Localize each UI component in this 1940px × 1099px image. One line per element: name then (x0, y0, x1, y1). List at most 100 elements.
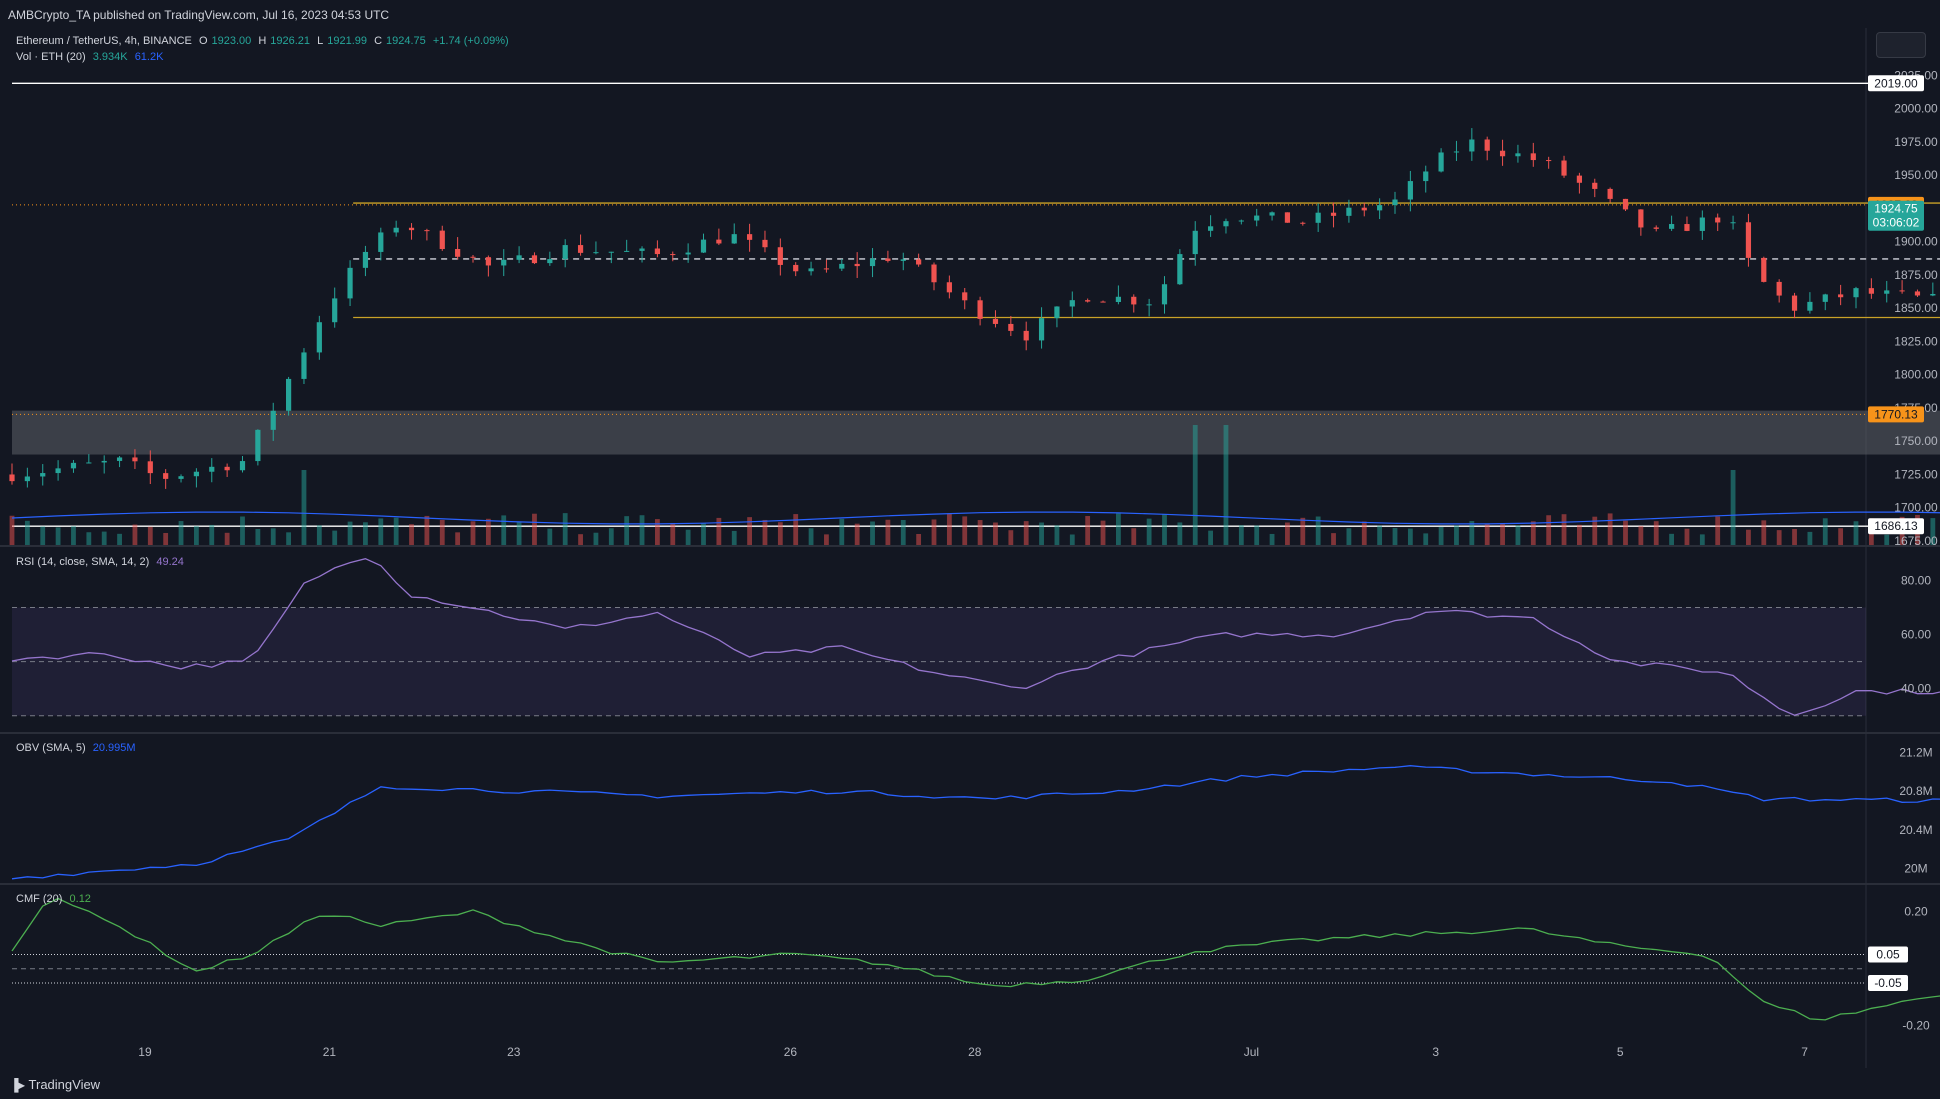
candle-body[interactable] (1699, 217, 1705, 231)
candle-body[interactable] (40, 473, 46, 477)
candle-body[interactable] (946, 282, 952, 293)
candle-body[interactable] (301, 352, 307, 379)
candle-body[interactable] (1115, 296, 1121, 303)
volume-label[interactable]: Vol · ETH (20) (16, 51, 86, 63)
candle-body[interactable] (1469, 139, 1475, 152)
candle-body[interactable] (1177, 254, 1183, 285)
candle-body[interactable] (531, 255, 538, 264)
candle-body[interactable] (1684, 224, 1690, 231)
candle-body[interactable] (916, 259, 922, 265)
candle-body[interactable] (1868, 288, 1874, 294)
candle-body[interactable] (1330, 212, 1337, 216)
candle-body[interactable] (608, 251, 614, 253)
candle-body[interactable] (1638, 209, 1644, 228)
candle-body[interactable] (685, 252, 691, 255)
candle-body[interactable] (24, 476, 30, 482)
candle-body[interactable] (593, 252, 599, 254)
candle-body[interactable] (624, 250, 630, 252)
candle-body[interactable] (700, 239, 707, 253)
candle-body[interactable] (116, 457, 123, 461)
candle-body[interactable] (1653, 227, 1659, 229)
cmf-line[interactable] (11, 897, 1940, 1021)
candle-body[interactable] (777, 247, 783, 265)
candle-body[interactable] (1438, 152, 1444, 172)
candle-body[interactable] (716, 239, 722, 244)
obv-line[interactable] (11, 753, 1940, 880)
candle-body[interactable] (1776, 281, 1782, 296)
candle-body[interactable] (1377, 205, 1383, 211)
candle-body[interactable] (439, 230, 445, 250)
candle-body[interactable] (1822, 294, 1828, 302)
candle-body[interactable] (332, 298, 338, 323)
candle-body[interactable] (1300, 222, 1306, 224)
candle-body[interactable] (1669, 224, 1675, 229)
candle-body[interactable] (1899, 290, 1905, 292)
candle-body[interactable] (316, 322, 322, 353)
candle-body[interactable] (869, 258, 876, 267)
candle-body[interactable] (1069, 300, 1075, 307)
candle-body[interactable] (1407, 181, 1413, 200)
candle-body[interactable] (962, 292, 968, 301)
candle-body[interactable] (577, 245, 584, 253)
obv-label[interactable]: OBV (SMA, 5) (16, 742, 86, 754)
candle-body[interactable] (1346, 207, 1352, 216)
candle-body[interactable] (55, 468, 61, 474)
candle-body[interactable] (1807, 301, 1813, 311)
candle-body[interactable] (516, 255, 522, 260)
candle-body[interactable] (1515, 153, 1521, 157)
candle-body[interactable] (347, 267, 353, 299)
candle-body[interactable] (808, 268, 814, 272)
candle-body[interactable] (378, 232, 384, 252)
candle-body[interactable] (1161, 284, 1168, 305)
candle-body[interactable] (270, 410, 276, 430)
candle-body[interactable] (1008, 323, 1014, 331)
candle-body[interactable] (286, 378, 292, 411)
candle-body[interactable] (101, 460, 107, 463)
candle-body[interactable] (1223, 221, 1229, 227)
candle-body[interactable] (1715, 217, 1721, 223)
candle-body[interactable] (455, 249, 461, 257)
candle-body[interactable] (1361, 207, 1367, 211)
candle-body[interactable] (885, 258, 891, 261)
candle-body[interactable] (393, 227, 399, 233)
candle-body[interactable] (70, 462, 77, 469)
candle-body[interactable] (992, 318, 999, 324)
candle-body[interactable] (731, 234, 737, 244)
candle-body[interactable] (931, 264, 937, 283)
tradingview-logo[interactable]: ▐▸ TradingView (10, 1077, 100, 1092)
candle-body[interactable] (1761, 257, 1767, 282)
candle-body[interactable] (823, 268, 830, 270)
candle-body[interactable] (408, 227, 415, 231)
candle-body[interactable] (854, 263, 860, 267)
candle-body[interactable] (1592, 182, 1598, 189)
chart-area[interactable]: ⚡⚑⚑2025.002000.001975.001950.001900.0018… (0, 28, 1940, 1068)
candle-body[interactable] (178, 476, 184, 479)
candle-body[interactable] (762, 239, 768, 248)
candle-body[interactable] (1315, 212, 1321, 223)
candle-body[interactable] (1192, 230, 1198, 255)
candle-body[interactable] (1546, 160, 1552, 162)
candle-body[interactable] (362, 251, 369, 268)
candle-body[interactable] (209, 466, 215, 472)
candle-body[interactable] (1038, 318, 1045, 341)
candle-body[interactable] (193, 471, 199, 477)
candle-body[interactable] (1085, 300, 1091, 302)
candle-body[interactable] (1284, 212, 1291, 223)
candle-body[interactable] (1254, 215, 1260, 221)
candle-body[interactable] (239, 461, 246, 471)
candle-body[interactable] (793, 264, 799, 272)
candle-body[interactable] (1484, 139, 1490, 151)
supply-demand-zone[interactable] (12, 410, 1940, 455)
candle-body[interactable] (485, 257, 491, 266)
candle-body[interactable] (1576, 175, 1582, 183)
candle-body[interactable] (562, 245, 568, 260)
candle-body[interactable] (1838, 294, 1844, 298)
candle-body[interactable] (1453, 151, 1460, 153)
candle-body[interactable] (1146, 304, 1152, 306)
candle-body[interactable] (132, 457, 138, 462)
candle-body[interactable] (255, 429, 261, 462)
candle-body[interactable] (1392, 199, 1398, 206)
candle-body[interactable] (1023, 330, 1029, 341)
chart-settings-button[interactable] (1876, 32, 1926, 58)
candle-body[interactable] (670, 254, 676, 256)
